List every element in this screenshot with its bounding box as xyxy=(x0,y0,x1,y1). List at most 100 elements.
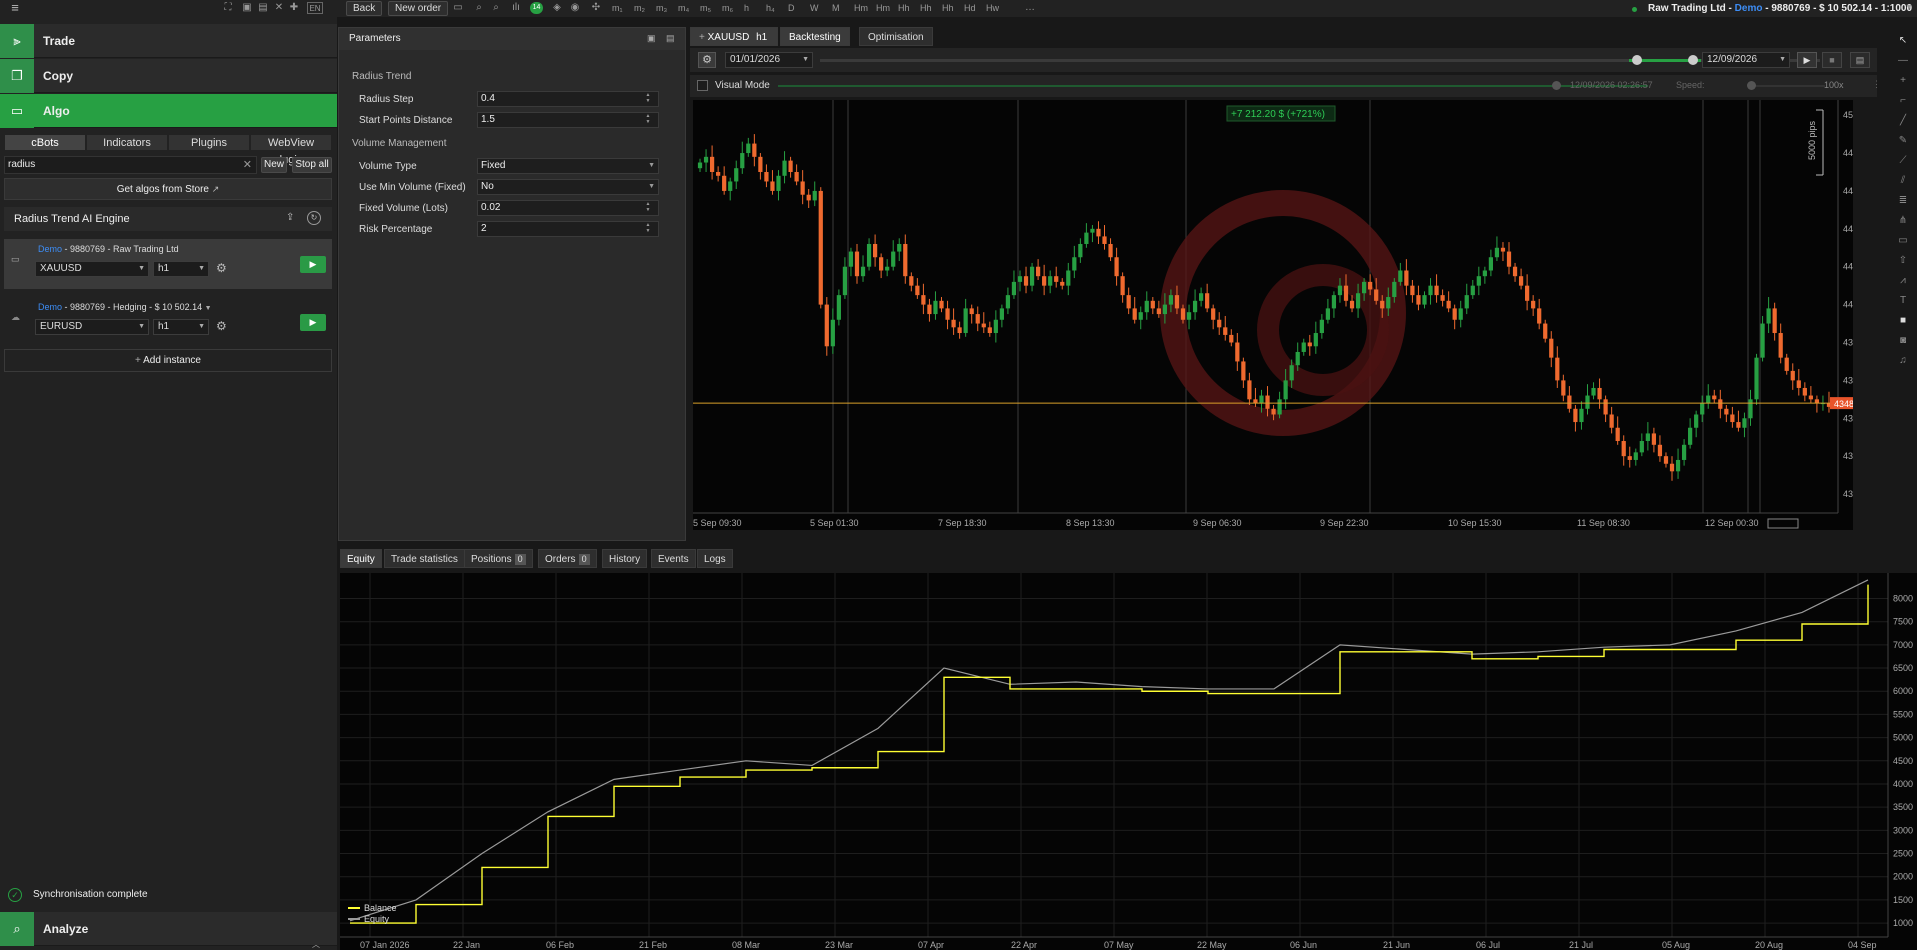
layout-icon[interactable]: ▭ xyxy=(452,2,464,14)
spinner-icon[interactable]: ▲▼ xyxy=(641,222,655,234)
zoom-out-icon[interactable]: ⌕ xyxy=(490,2,502,14)
clear-search-icon[interactable]: ✕ xyxy=(243,158,252,171)
timeframe-option[interactable]: m₁ xyxy=(612,3,623,13)
end-date-picker[interactable]: 12/09/2026 ▼ xyxy=(1702,52,1790,68)
ruler-icon[interactable]: ⩘ xyxy=(1896,274,1910,288)
timeframe-option[interactable]: M xyxy=(832,3,840,13)
tab-optimisation[interactable]: Optimisation xyxy=(859,27,933,46)
pen-icon[interactable]: ✎ xyxy=(1896,134,1910,148)
timeframe-option[interactable]: Hh xyxy=(920,3,932,13)
trendline-icon[interactable]: ╱ xyxy=(1896,114,1910,128)
export-icon[interactable]: ⇪ xyxy=(286,212,294,223)
puzzle-icon[interactable]: ✚ xyxy=(288,2,300,14)
gear-icon[interactable]: ⚙ xyxy=(216,261,227,275)
timeframe-option[interactable]: Hm xyxy=(876,3,890,13)
fullscreen-icon[interactable]: ⛶ xyxy=(222,2,234,14)
visual-progress-slider[interactable] xyxy=(778,85,1648,87)
tab-plugins[interactable]: Plugins xyxy=(168,134,250,151)
save-icon[interactable]: ▣ xyxy=(647,33,656,44)
tab-cbots[interactable]: cBots xyxy=(4,134,86,151)
equity-chart[interactable]: 8000 7500 7000 6500 6000 5500 5000 4500 4000 3500… xyxy=(340,573,1917,950)
timeframe-option[interactable]: D xyxy=(788,3,795,13)
nav-analyze[interactable]: ⌕ Analyze xyxy=(0,912,337,946)
timeframe-option[interactable]: Hh xyxy=(942,3,954,13)
pitchfork-icon[interactable]: ⋔ xyxy=(1896,214,1910,228)
report-icon[interactable]: ▤ xyxy=(1850,52,1870,68)
cursor-icon[interactable]: ↖ xyxy=(1896,34,1910,48)
param-input[interactable]: 0.4 ▲▼ xyxy=(477,91,659,107)
notifications-badge[interactable]: 14 xyxy=(530,2,543,14)
add-instance-button[interactable]: + Add instance xyxy=(4,349,332,372)
stack-icon[interactable]: ▤ xyxy=(257,2,269,14)
gear-icon[interactable]: ⚙ xyxy=(698,52,716,68)
param-input[interactable]: 1.5 ▲▼ xyxy=(477,112,659,128)
start-date-picker[interactable]: 01/01/2026 ▼ xyxy=(725,52,813,68)
symbol-select[interactable]: EURUSD ▼ xyxy=(35,319,149,335)
param-input[interactable]: 0.02 ▲▼ xyxy=(477,200,659,216)
stop-icon[interactable]: ■ xyxy=(1822,52,1842,68)
tab-indicators[interactable]: Indicators xyxy=(86,134,168,151)
camera-icon[interactable]: ◙ xyxy=(1896,334,1910,348)
timeframe-option[interactable]: Hw xyxy=(986,3,999,13)
tab-history[interactable]: History xyxy=(602,549,648,568)
rectangle-icon[interactable]: ▭ xyxy=(1896,234,1910,248)
speed-slider[interactable] xyxy=(1748,85,1825,87)
timeframe-option[interactable]: Hd xyxy=(964,3,976,13)
new-algo-button[interactable]: New xyxy=(261,157,287,173)
window-icon[interactable]: ▣ xyxy=(241,2,253,14)
timeframe-option[interactable]: W xyxy=(810,3,819,13)
visual-mode-checkbox[interactable] xyxy=(697,80,708,91)
tab-events[interactable]: Events xyxy=(651,549,696,568)
tab-equity[interactable]: Equity xyxy=(340,549,382,568)
arrow-icon[interactable]: ⇧ xyxy=(1896,254,1910,268)
collapse-icon[interactable]: ︿ xyxy=(312,939,326,949)
timeframe-option[interactable]: Hm xyxy=(854,3,868,13)
back-button[interactable]: Back xyxy=(346,1,383,16)
speed-handle[interactable] xyxy=(1747,81,1756,90)
text-icon[interactable]: T xyxy=(1896,294,1910,308)
tab-logs[interactable]: Logs xyxy=(697,549,733,568)
timeframe-select[interactable]: h1 ▼ xyxy=(153,319,209,335)
horizontal-line-icon[interactable]: — xyxy=(1896,54,1910,68)
play-icon[interactable]: ▶ xyxy=(1797,52,1817,68)
eye-icon[interactable]: ◉ xyxy=(569,2,581,14)
start-instance-button[interactable]: ▶ xyxy=(300,314,326,331)
account-info[interactable]: Raw Trading Ltd - Demo - 9880769 - $ 10 … xyxy=(1648,3,1912,14)
get-algos-store-button[interactable]: Get algos from Store ↗ xyxy=(4,178,332,200)
mute-icon[interactable]: ✕ xyxy=(273,2,285,14)
timeframe-option[interactable]: h₄ xyxy=(766,3,775,13)
param-input[interactable]: 2 ▲▼ xyxy=(477,221,659,237)
fibonacci-icon[interactable]: ≣ xyxy=(1896,194,1910,208)
tab-webview-plugins[interactable]: WebView plugins xyxy=(250,134,332,166)
tab-trade-statistics[interactable]: Trade statistics xyxy=(384,549,465,568)
nav-algo[interactable]: ▭ Algo xyxy=(0,94,337,128)
spinner-icon[interactable]: ▲▼ xyxy=(641,92,655,104)
tab-chart-xauusd[interactable]: + XAUUSD h1 xyxy=(690,27,778,46)
timeframe-option[interactable]: Hh xyxy=(898,3,910,13)
start-instance-button[interactable]: ▶ xyxy=(300,256,326,273)
crosshair-icon[interactable]: ✣ xyxy=(590,2,602,14)
range-end-handle[interactable] xyxy=(1688,55,1698,65)
timeframe-option[interactable]: m₄ xyxy=(678,3,689,13)
algo-search-field[interactable]: radius ✕ xyxy=(4,156,257,174)
chevron-down-icon[interactable]: ▼ xyxy=(648,159,655,173)
nav-copy[interactable]: ❐ Copy xyxy=(0,59,337,93)
crosshair-icon[interactable]: + xyxy=(1896,74,1910,88)
new-order-button[interactable]: New order xyxy=(388,1,449,16)
bell-icon[interactable]: ♫ xyxy=(1896,354,1910,368)
tab-positions[interactable]: Positions 0 xyxy=(464,549,533,568)
timeframe-option[interactable]: m₂ xyxy=(634,3,645,13)
zoom-in-icon[interactable]: ⌕ xyxy=(473,2,485,14)
timeframe-option[interactable]: m₃ xyxy=(656,3,667,13)
spinner-icon[interactable]: ▲▼ xyxy=(641,201,655,213)
ray-icon[interactable]: ⌐ xyxy=(1896,94,1910,108)
channel-icon[interactable]: ⫽ xyxy=(1896,174,1910,188)
instance-row[interactable]: ▭ Demo - 9880769 - Raw Trading Ltd XAUUS… xyxy=(4,239,332,289)
tab-backtesting[interactable]: Backtesting xyxy=(780,27,850,46)
stop-all-button[interactable]: Stop all xyxy=(292,157,332,173)
fan-icon[interactable]: ⟋ xyxy=(1896,154,1910,168)
settings-icon[interactable]: ▾ xyxy=(1903,2,1915,14)
chevron-down-icon[interactable]: ▼ xyxy=(648,180,655,194)
nav-trade[interactable]: ⫸ Trade xyxy=(0,24,337,58)
indicator-icon[interactable]: ılı xyxy=(510,2,522,14)
